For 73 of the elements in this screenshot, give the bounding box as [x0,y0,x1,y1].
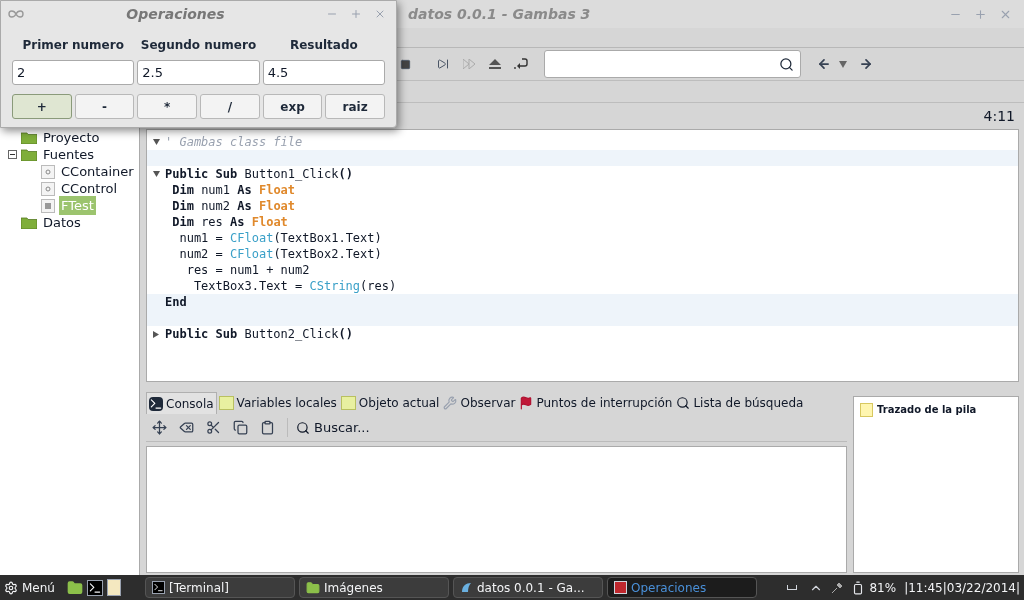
code-line: Dim res As Float [171,214,288,231]
panel-tab[interactable]: Objeto actual [338,392,442,414]
number-field[interactable]: 2.5 [137,60,260,85]
cut-icon[interactable] [206,420,221,435]
operation-button[interactable]: + [12,94,72,119]
taskbar-task[interactable]: [Terminal] [144,577,295,598]
panel-tab[interactable]: Variables locales [216,392,339,414]
code-line: Public Sub Button1_Click() [165,166,353,183]
stack-panel-title: Trazado de la pila [877,403,977,417]
fold-expanded-icon[interactable] [153,171,160,177]
collapse-toggle[interactable] [8,150,17,159]
code-line: ' Gambas class file [165,134,303,151]
menu-button[interactable]: Menú [4,578,63,597]
back-arrow-icon[interactable] [817,57,831,71]
dropdown-arrow-icon[interactable] [839,60,847,68]
search-field[interactable] [544,50,801,78]
terminal-icon [149,396,163,411]
code-line: TextBox3.Text = CString(res) [192,278,397,295]
taskbar-task[interactable]: datos 0.0.1 - Ga... [452,577,603,598]
field-label: Segundo numero [139,37,258,54]
panel-tab[interactable]: Consola [146,392,217,414]
field-label: Resultado [288,37,359,54]
code-line: num2 = CFloat(TextBox2.Text) [178,246,382,263]
folder-launcher-icon[interactable] [66,579,83,596]
field-label: Primer numero [21,37,125,54]
fold-expanded-icon[interactable] [153,139,160,145]
panel-tab[interactable]: Lista de búsqueda [674,392,806,414]
code-line: Dim num2 As Float [171,198,296,215]
search-icon[interactable] [779,56,794,72]
folder-icon [305,580,320,595]
search-icon [296,420,310,435]
folder-icon [21,216,37,229]
code-line: num1 = CFloat(TextBox1.Text) [178,230,382,247]
code-line: Public Sub Button2_Click() [165,326,353,343]
form-file-icon [41,198,55,213]
backspace-icon[interactable] [179,420,194,435]
window-title: datos 0.0.1 - Gambas 3 [408,4,592,24]
class-file-icon [41,164,55,179]
taskbar-task[interactable]: Imágenes [298,577,449,598]
move-icon[interactable] [152,420,167,435]
dialog-title: Operaciones [125,4,226,24]
code-line: res = num1 + num2 [185,262,310,279]
flag-icon [519,396,534,410]
class-file-icon [41,181,55,196]
copy-icon[interactable] [233,420,248,435]
operation-button[interactable]: - [74,94,135,119]
settings-icon [4,580,18,595]
code-line: End [165,294,187,311]
search-button[interactable]: Buscar... [287,417,370,438]
infinity-icon [7,9,25,19]
code-line: Dim num1 As Float [171,182,296,199]
operation-button[interactable]: exp [262,94,323,119]
terminal-icon [151,581,165,594]
operation-button[interactable]: raiz [325,94,385,119]
search-icon [676,396,691,410]
paste-icon[interactable] [260,420,275,435]
cursor-position: 4:11 [983,106,1015,126]
terminal-launcher-icon[interactable] [86,579,103,596]
wrench-icon [443,396,458,410]
operation-button[interactable]: * [137,94,197,119]
fold-collapsed-icon[interactable] [153,330,159,338]
number-field[interactable]: 4.5 [262,60,385,85]
clock: |11:45|03/22/2014| [904,579,1020,597]
folder-icon [21,131,37,144]
forward-arrow-icon[interactable] [859,57,873,71]
folder-icon [21,148,37,161]
number-field[interactable]: 2 [12,60,135,85]
app-icon [613,581,627,594]
panel-tab[interactable]: Puntos de interrupción [517,392,675,414]
taskbar-task[interactable]: Operaciones [606,577,757,598]
operation-button[interactable]: / [200,94,260,119]
panel-tab[interactable]: Observar [441,392,518,414]
battery-level: 81% [869,579,897,597]
